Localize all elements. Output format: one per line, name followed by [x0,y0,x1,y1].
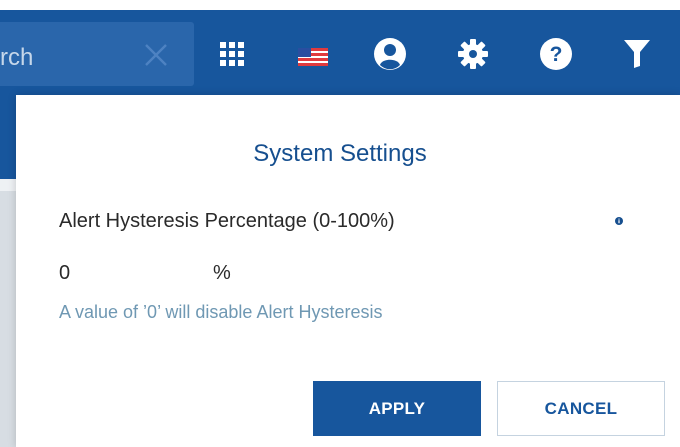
top-bar: rch ? [0,0,680,95]
dialog-title: System Settings [253,140,427,167]
apply-button[interactable]: APPLY [313,381,481,436]
system-settings-dialog: System Settings Alert Hysteresis Percent… [16,95,680,447]
top-edge [0,0,680,10]
gear-icon[interactable] [458,39,488,69]
percent-unit: % [213,262,231,284]
us-flag-icon[interactable] [298,48,328,66]
search-input-text: rch [0,44,34,71]
user-icon[interactable] [374,38,406,70]
hysteresis-value-input[interactable]: 0 [59,262,70,285]
close-icon[interactable] [142,41,170,69]
hysteresis-hint: A value of ’0’ will disable Alert Hyster… [59,302,383,322]
svg-text:?: ? [550,43,563,66]
hysteresis-field-label: Alert Hysteresis Percentage (0-100%) [59,210,395,232]
help-icon[interactable]: ? [540,38,572,70]
cancel-button[interactable]: CANCEL [497,381,665,436]
grid-icon[interactable] [220,42,244,66]
info-icon[interactable] [615,217,623,225]
filter-icon[interactable] [624,40,650,68]
